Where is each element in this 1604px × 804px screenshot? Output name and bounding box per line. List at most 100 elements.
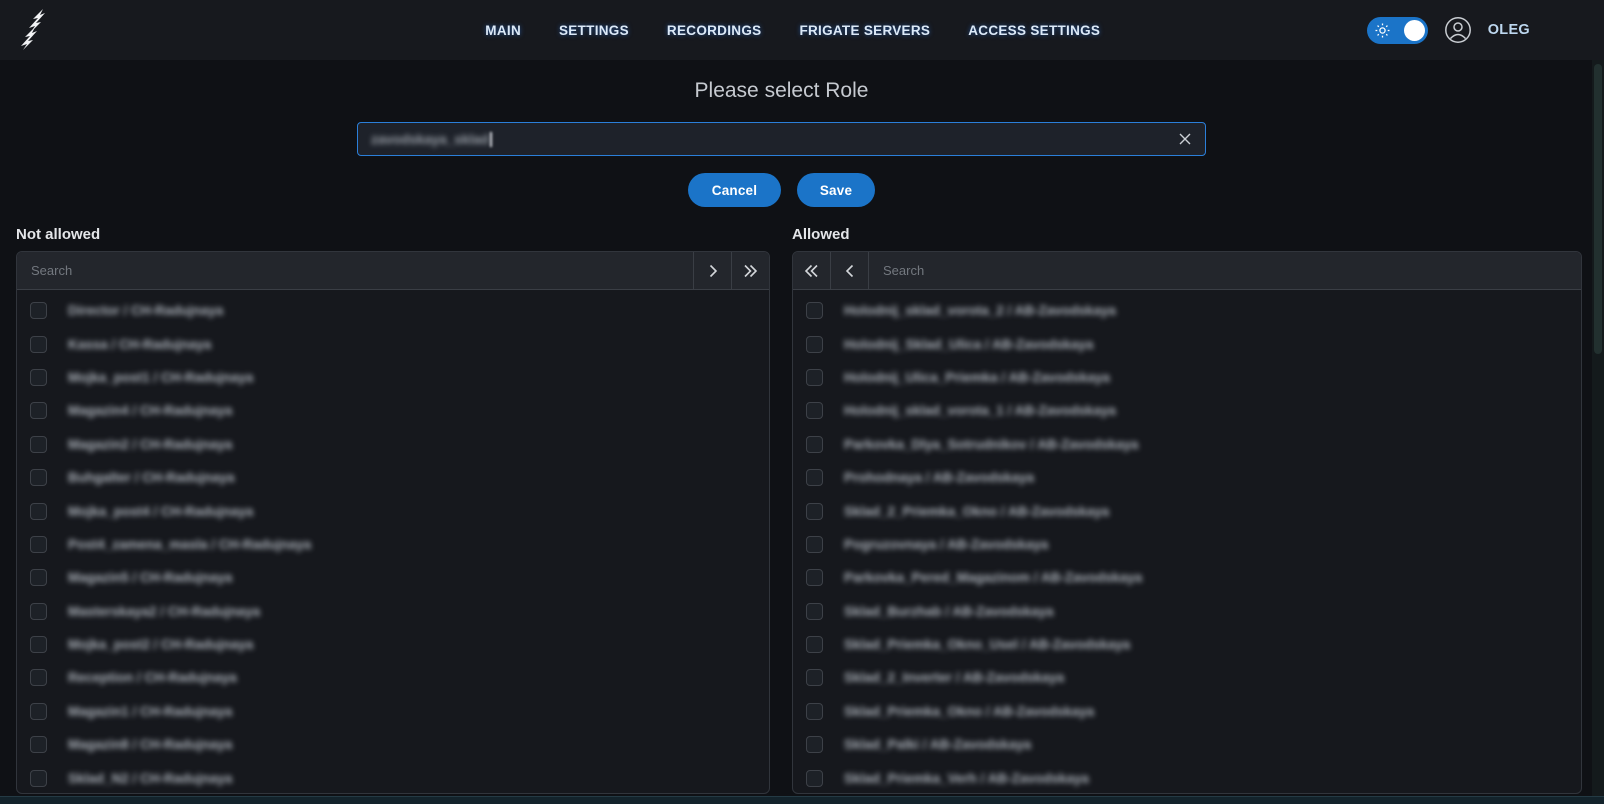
camera-label: Mojka_post2 / CH-Radujnaya	[68, 637, 253, 652]
list-item[interactable]: Mojka_post2 / CH-Radujnaya	[17, 628, 769, 661]
list-item[interactable]: Buhgalter / CH-Radujnaya	[17, 461, 769, 494]
search-input[interactable]	[17, 252, 693, 289]
double-chevron-right-icon[interactable]	[731, 252, 769, 289]
nav-item-main[interactable]: MAIN	[485, 23, 521, 38]
chevron-left-icon[interactable]	[831, 252, 869, 289]
camera-checkbox[interactable]	[806, 503, 823, 520]
camera-checkbox[interactable]	[806, 302, 823, 319]
list-item[interactable]: Kassa / CH-Radujnaya	[17, 327, 769, 360]
list-item[interactable]: Magazin1 / CH-Radujnaya	[17, 695, 769, 728]
sun-icon	[1375, 23, 1390, 43]
camera-checkbox[interactable]	[806, 336, 823, 353]
camera-label: Holodnij_sklad_vorota_1 / AB-Zavodskaya	[844, 403, 1116, 418]
camera-checkbox[interactable]	[30, 402, 47, 419]
camera-checkbox[interactable]	[806, 770, 823, 787]
list-item[interactable]: Prohodnaya / AB-Zavodskaya	[793, 461, 1581, 494]
list-item[interactable]: Sklad_Palki / AB-Zavodskaya	[793, 728, 1581, 761]
camera-checkbox[interactable]	[806, 536, 823, 553]
camera-checkbox[interactable]	[806, 569, 823, 586]
nav-item-settings[interactable]: SETTINGS	[559, 23, 629, 38]
camera-label: Sklad_Priemka_Okno_Usel / AB-Zavodskaya	[844, 637, 1130, 652]
camera-label: Sklad_N2 / CH-Radujnaya	[68, 771, 232, 786]
frigate-birds-logo[interactable]	[13, 7, 57, 53]
role-input[interactable]: zavodskaya_sklad	[357, 122, 1206, 156]
list-item[interactable]: Pogruzovnaya / AB-Zavodskaya	[793, 528, 1581, 561]
list-item[interactable]: Holodnij_Sklad_Ulica / AB-Zavodskaya	[793, 327, 1581, 360]
list-item[interactable]: Mojka_post1 / CH-Radujnaya	[17, 361, 769, 394]
list-item[interactable]: Holodnij_Ulica_Priemka / AB-Zavodskaya	[793, 361, 1581, 394]
camera-checkbox[interactable]	[806, 736, 823, 753]
camera-checkbox[interactable]	[806, 369, 823, 386]
list-item[interactable]: Magazin2 / CH-Radujnaya	[17, 428, 769, 461]
list-item[interactable]: Sklad_Priemka_Verh / AB-Zavodskaya	[793, 761, 1581, 794]
list-item[interactable]: Reception / CH-Radujnaya	[17, 661, 769, 694]
list-item[interactable]: Magazin4 / CH-Radujnaya	[17, 394, 769, 427]
camera-checkbox[interactable]	[30, 369, 47, 386]
camera-checkbox[interactable]	[30, 336, 47, 353]
user-circle-icon[interactable]	[1443, 15, 1473, 45]
vertical-scrollbar[interactable]	[1592, 60, 1604, 796]
list-item[interactable]: Sklad_Priemka_Okno / AB-Zavodskaya	[793, 695, 1581, 728]
camera-checkbox[interactable]	[806, 469, 823, 486]
camera-checkbox[interactable]	[806, 636, 823, 653]
camera-checkbox[interactable]	[30, 302, 47, 319]
camera-checkbox[interactable]	[30, 669, 47, 686]
camera-checkbox[interactable]	[30, 436, 47, 453]
list-item[interactable]: Post4_zamena_masla / CH-Radujnaya	[17, 528, 769, 561]
horizontal-scrollbar[interactable]	[0, 796, 1604, 804]
list-item[interactable]: Sklad_2_Priemka_Okno / AB-Zavodskaya	[793, 494, 1581, 527]
list-item[interactable]: Masterskaya2 / CH-Radujnaya	[17, 595, 769, 628]
camera-checkbox[interactable]	[806, 436, 823, 453]
list-item[interactable]: Holodnij_sklad_vorota_1 / AB-Zavodskaya	[793, 394, 1581, 427]
list-item[interactable]: Sklad_N2 / CH-Radujnaya	[17, 761, 769, 794]
list-item[interactable]: Parkovka_Pered_Magazinom / AB-Zavodskaya	[793, 561, 1581, 594]
cancel-button[interactable]: Cancel	[688, 173, 781, 207]
camera-label: Post4_zamena_masla / CH-Radujnaya	[68, 537, 311, 552]
list-item[interactable]: Sklad_Burzhab / AB-Zavodskaya	[793, 595, 1581, 628]
camera-checkbox[interactable]	[806, 603, 823, 620]
camera-checkbox[interactable]	[30, 636, 47, 653]
vertical-scrollbar-thumb[interactable]	[1594, 64, 1602, 354]
list-item[interactable]: Magazin8 / CH-Radujnaya	[17, 728, 769, 761]
list-item[interactable]: Magazin5 / CH-Radujnaya	[17, 561, 769, 594]
list-item[interactable]: Sklad_2_Inverter / AB-Zavodskaya	[793, 661, 1581, 694]
theme-toggle[interactable]	[1367, 17, 1428, 44]
nav-right-group: OLEG	[1367, 0, 1530, 60]
list-item[interactable]: Sklad_Priemka_Okno_Usel / AB-Zavodskaya	[793, 628, 1581, 661]
camera-checkbox[interactable]	[806, 669, 823, 686]
double-chevron-left-icon[interactable]	[793, 252, 831, 289]
camera-checkbox[interactable]	[30, 469, 47, 486]
camera-label: Sklad_Burzhab / AB-Zavodskaya	[844, 604, 1054, 619]
camera-checkbox[interactable]	[30, 703, 47, 720]
camera-checkbox[interactable]	[806, 703, 823, 720]
camera-checkbox[interactable]	[30, 536, 47, 553]
nav-item-recordings[interactable]: RECORDINGS	[667, 23, 762, 38]
list-item[interactable]: Parkovka_Dlya_Sotrudnikov / AB-Zavodskay…	[793, 428, 1581, 461]
allowed-panel: Holodnij_sklad_vorota_2 / AB-Zavodskaya …	[792, 251, 1582, 794]
list-item[interactable]: Mojka_post4 / CH-Radujnaya	[17, 494, 769, 527]
camera-checkbox[interactable]	[30, 503, 47, 520]
camera-label: Director / CH-Radujnaya	[68, 303, 223, 318]
camera-checkbox[interactable]	[30, 770, 47, 787]
chevron-right-icon[interactable]	[693, 252, 731, 289]
page-title: Please select Role	[357, 79, 1206, 103]
camera-label: Parkovka_Pered_Magazinom / AB-Zavodskaya	[844, 570, 1142, 585]
list-item[interactable]: Director / CH-Radujnaya	[17, 294, 769, 327]
toggle-knob	[1404, 20, 1425, 41]
camera-label: Kassa / CH-Radujnaya	[68, 337, 211, 352]
nav-item-access-settings[interactable]: ACCESS SETTINGS	[968, 23, 1100, 38]
save-button[interactable]: Save	[797, 173, 875, 207]
camera-label: Masterskaya2 / CH-Radujnaya	[68, 604, 260, 619]
close-icon[interactable]	[1178, 132, 1192, 146]
camera-label: Sklad_2_Priemka_Okno / AB-Zavodskaya	[844, 504, 1109, 519]
camera-checkbox[interactable]	[30, 736, 47, 753]
list-item[interactable]: Holodnij_sklad_vorota_2 / AB-Zavodskaya	[793, 294, 1581, 327]
camera-checkbox[interactable]	[30, 569, 47, 586]
nav-item-frigate-servers[interactable]: FRIGATE SERVERS	[799, 23, 930, 38]
allowed-header	[793, 252, 1581, 290]
allowed-list: Holodnij_sklad_vorota_2 / AB-Zavodskaya …	[793, 290, 1581, 794]
user-name[interactable]: OLEG	[1488, 22, 1530, 38]
search-input[interactable]	[869, 252, 1581, 289]
camera-checkbox[interactable]	[30, 603, 47, 620]
camera-checkbox[interactable]	[806, 402, 823, 419]
